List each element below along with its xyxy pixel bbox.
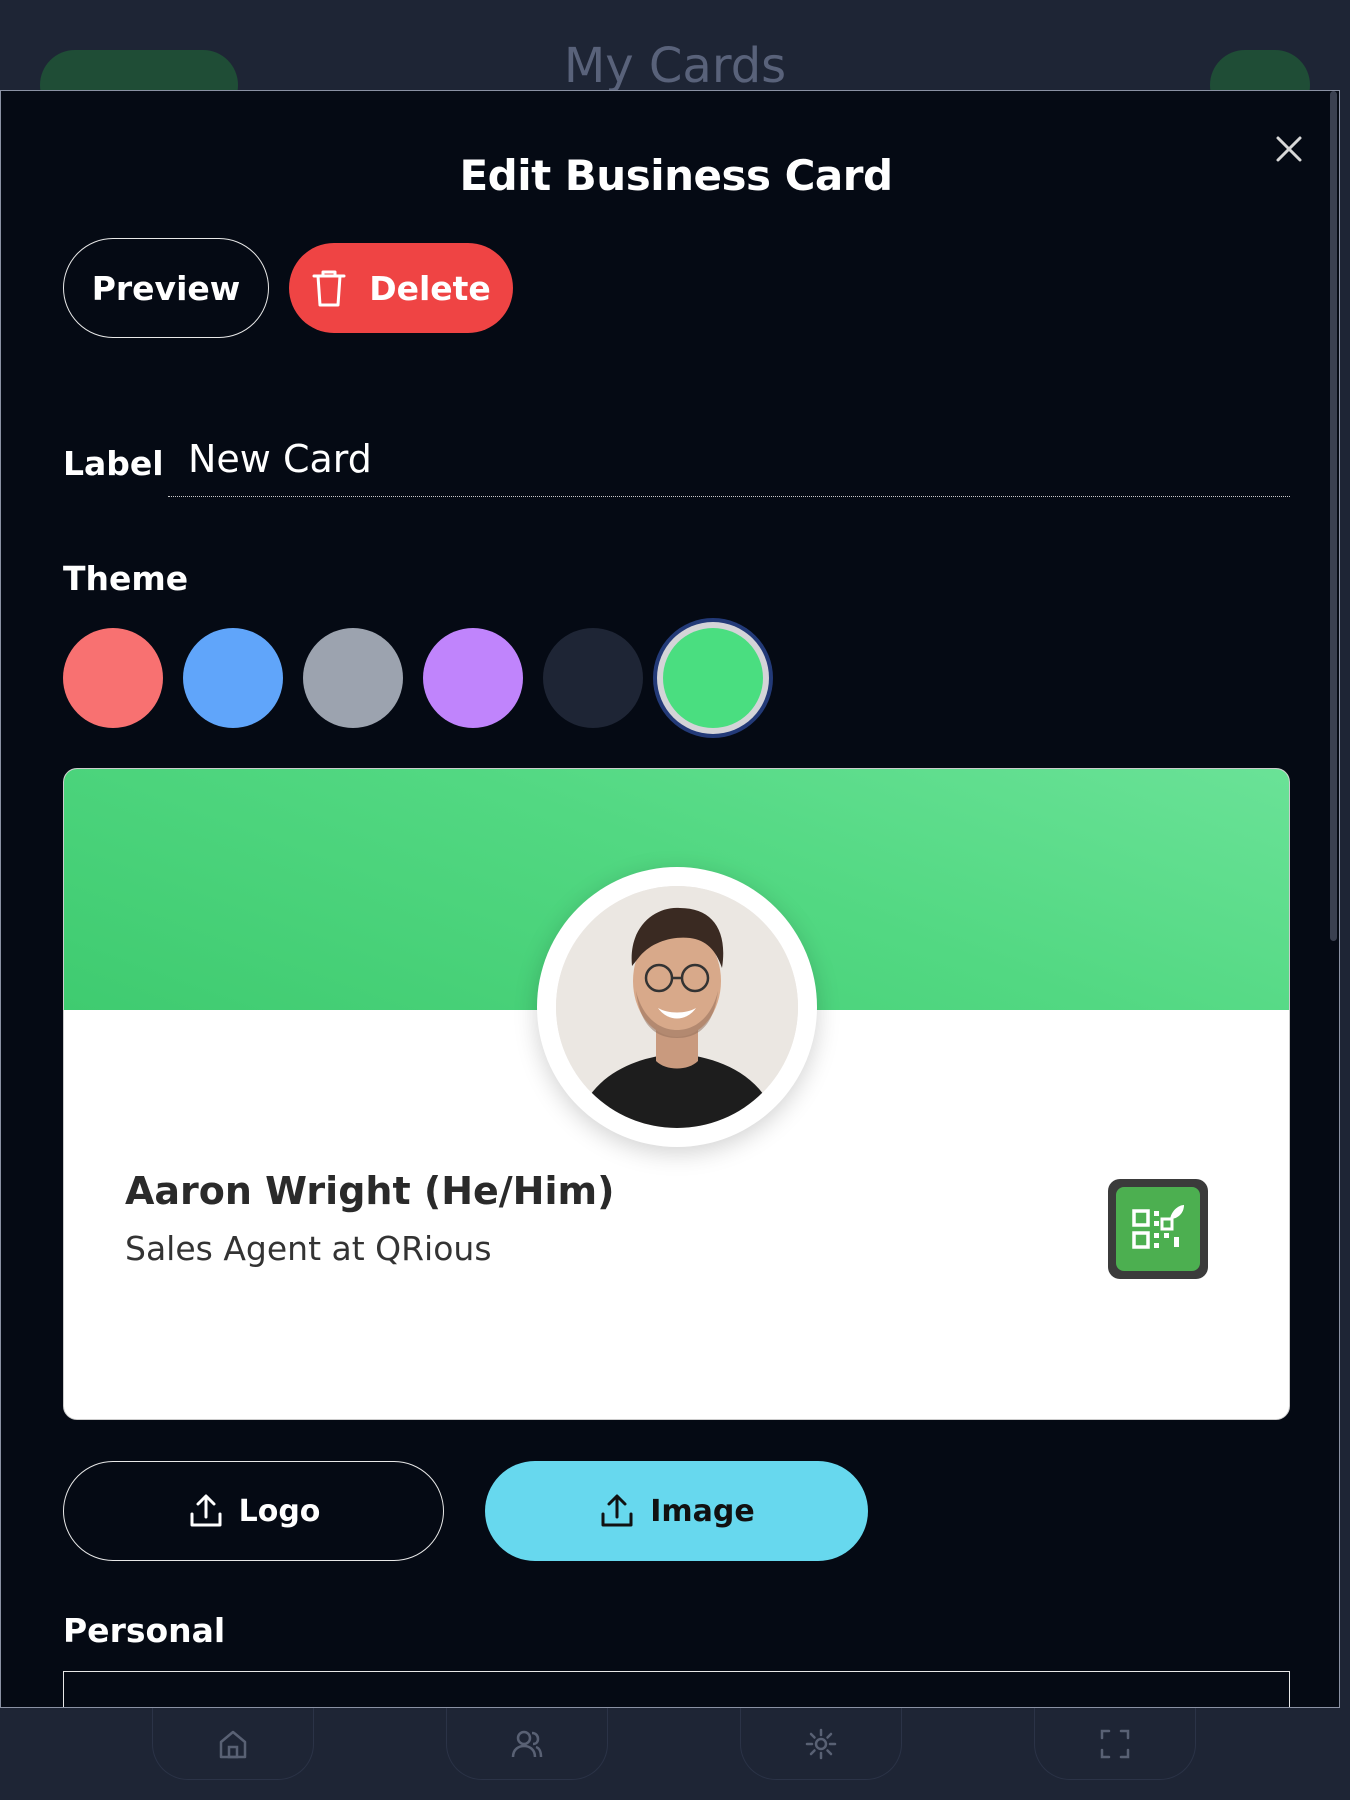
nav-home[interactable]	[152, 1708, 314, 1780]
upload-image-button[interactable]: Image	[485, 1461, 868, 1561]
profile-photo	[556, 886, 798, 1128]
modal-title: Edit Business Card	[459, 151, 893, 200]
theme-swatch-purple[interactable]	[423, 628, 523, 728]
qr-leaf-icon	[1132, 1205, 1184, 1249]
theme-label: Theme	[63, 559, 189, 598]
users-icon	[511, 1730, 543, 1757]
theme-swatch-red[interactable]	[63, 628, 163, 728]
upload-icon	[601, 1494, 633, 1527]
personal-section	[63, 1671, 1290, 1707]
card-job-title: Sales Agent at QRious	[125, 1229, 492, 1268]
gear-icon	[805, 1728, 837, 1759]
card-preview: Aaron Wright (He/Him) Sales Agent at QRi…	[63, 768, 1290, 1420]
delete-button[interactable]: Delete	[289, 243, 513, 333]
preview-button[interactable]: Preview	[63, 238, 269, 338]
nav-settings[interactable]	[740, 1708, 902, 1780]
page-title: My Cards	[563, 38, 787, 94]
avatar	[537, 867, 817, 1147]
nav-scan[interactable]	[1034, 1708, 1196, 1780]
personal-section-label: Personal	[63, 1611, 226, 1650]
label-input[interactable]	[168, 421, 1290, 497]
card-name: Aaron Wright (He/Him)	[125, 1169, 615, 1213]
nav-contacts[interactable]	[446, 1708, 608, 1780]
logo-button-label: Logo	[238, 1493, 321, 1529]
company-logo	[1108, 1179, 1208, 1279]
delete-label: Delete	[369, 268, 491, 308]
theme-swatch-green[interactable]	[663, 628, 763, 728]
scan-icon	[1100, 1729, 1130, 1758]
label-field-label: Label	[63, 444, 164, 483]
theme-swatch-blue[interactable]	[183, 628, 283, 728]
upload-icon	[190, 1494, 222, 1527]
theme-swatch-gray[interactable]	[303, 628, 403, 728]
edit-card-modal: Edit Business Card Preview Delete Label …	[0, 90, 1340, 1708]
image-button-label: Image	[650, 1493, 755, 1529]
theme-swatch-navy[interactable]	[543, 628, 643, 728]
modal-scrollbar[interactable]	[1330, 91, 1337, 941]
upload-logo-button[interactable]: Logo	[63, 1461, 444, 1561]
bottom-nav	[0, 1708, 1350, 1800]
trash-icon	[312, 270, 346, 307]
app-header: My Cards	[0, 0, 1350, 120]
home-icon	[219, 1730, 247, 1758]
